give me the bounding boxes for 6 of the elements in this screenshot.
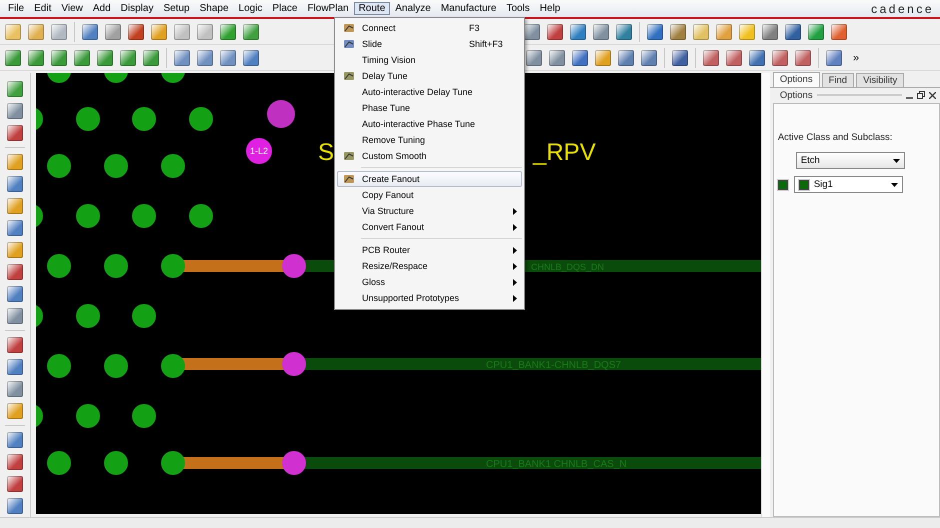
panel-title: Options [780,90,813,100]
board-label: S [318,139,334,166]
pad-label: 1-L2 [250,146,268,156]
brand-logo: cadence [871,2,934,16]
board-label: _RPV [532,139,596,166]
section-heading: Active Class and Subclass: [778,132,894,143]
